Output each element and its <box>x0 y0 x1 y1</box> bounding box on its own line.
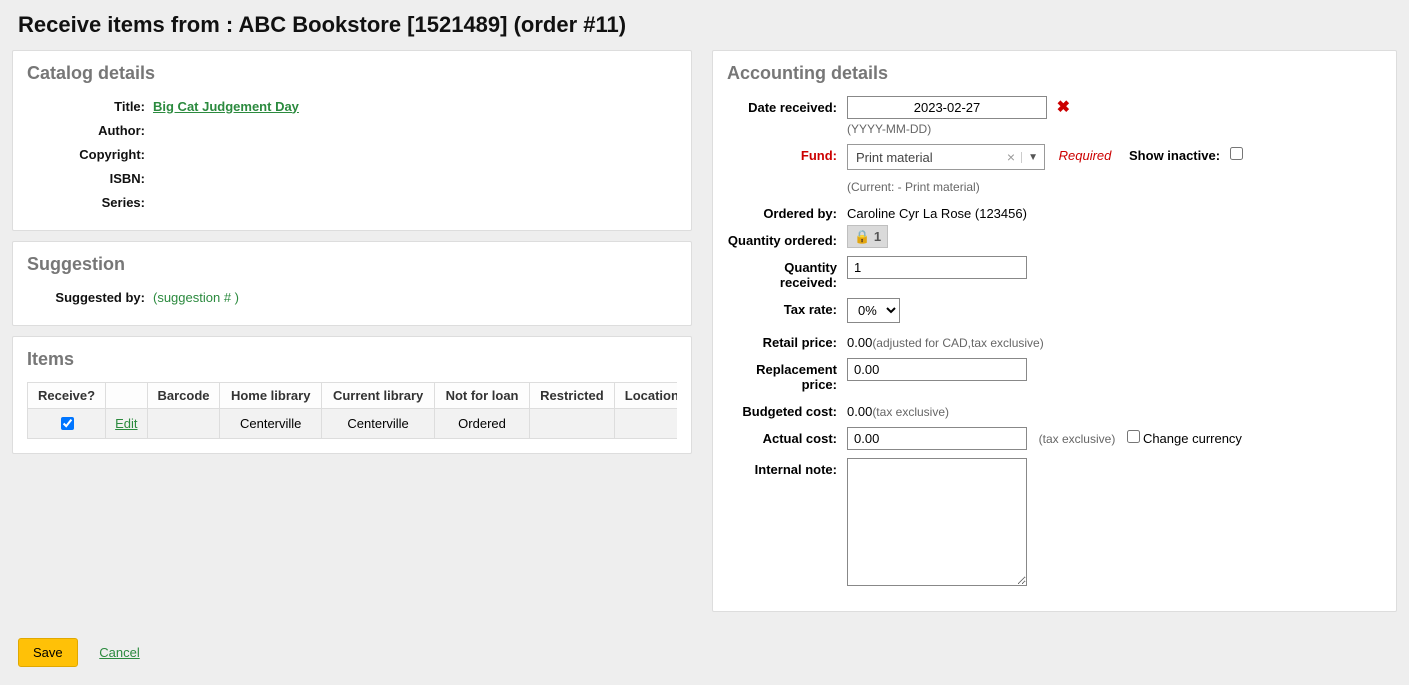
retail-value: 0.00 <box>847 335 872 350</box>
col-home: Home library <box>220 383 322 409</box>
fund-current-note: (Current: - Print material) <box>847 180 1382 194</box>
qty-ordered-field: 🔒 1 <box>847 225 888 248</box>
save-button[interactable]: Save <box>18 638 78 667</box>
date-received-input[interactable] <box>847 96 1047 119</box>
col-barcode: Barcode <box>147 383 220 409</box>
budget-note: (tax exclusive) <box>872 405 949 419</box>
actual-cost-input[interactable] <box>847 427 1027 450</box>
suggestion-panel: Suggestion Suggested by: (suggestion # ) <box>12 241 692 326</box>
items-heading: Items <box>27 349 677 370</box>
change-currency-label: Change currency <box>1143 431 1242 446</box>
label-retail: Retail price: <box>727 331 847 350</box>
accounting-panel: Accounting details Date received: ✖ (YYY… <box>712 50 1397 612</box>
label-date: Date received: <box>727 96 847 115</box>
col-restricted: Restricted <box>529 383 614 409</box>
tax-rate-select[interactable]: 0% <box>847 298 900 323</box>
catalog-heading: Catalog details <box>27 63 677 84</box>
cell-current: Centerville <box>322 409 435 439</box>
clear-date-icon[interactable]: ✖ <box>1057 99 1070 116</box>
items-table: Receive? Barcode Home library Current li… <box>27 382 677 439</box>
qty-received-input[interactable] <box>847 256 1027 279</box>
show-inactive-label: Show inactive: <box>1129 148 1220 163</box>
label-qty-received: Quantity received: <box>727 256 847 290</box>
cell-location <box>614 409 677 439</box>
budget-value: 0.00 <box>847 404 872 419</box>
col-receive: Receive? <box>28 383 106 409</box>
col-nfl: Not for loan <box>435 383 530 409</box>
lock-icon: 🔒 <box>854 229 870 244</box>
fund-selected: Print material <box>848 150 1001 165</box>
label-isbn: ISBN: <box>27 171 153 186</box>
label-series: Series: <box>27 195 153 210</box>
catalog-title-link[interactable]: Big Cat Judgement Day <box>153 99 299 114</box>
cancel-link[interactable]: Cancel <box>99 645 139 660</box>
suggestion-link[interactable]: (suggestion # ) <box>153 290 239 305</box>
edit-link[interactable]: Edit <box>115 416 137 431</box>
label-budget: Budgeted cost: <box>727 400 847 419</box>
page-title: Receive items from : ABC Bookstore [1521… <box>18 12 1397 38</box>
label-ordered-by: Ordered by: <box>727 202 847 221</box>
cell-nfl: Ordered <box>435 409 530 439</box>
accounting-heading: Accounting details <box>727 63 1382 84</box>
retail-note: (adjusted for CAD,tax exclusive) <box>872 336 1043 350</box>
cell-restricted <box>529 409 614 439</box>
label-suggested-by: Suggested by: <box>27 290 153 305</box>
change-currency-checkbox[interactable] <box>1127 430 1140 443</box>
receive-checkbox[interactable] <box>61 417 74 430</box>
col-edit <box>106 383 148 409</box>
required-text: Required <box>1059 148 1112 163</box>
ordered-by-value: Caroline Cyr La Rose (123456) <box>847 202 1382 221</box>
label-note: Internal note: <box>727 458 847 477</box>
suggestion-heading: Suggestion <box>27 254 677 275</box>
col-location: Location <box>614 383 677 409</box>
label-actual: Actual cost: <box>727 427 847 446</box>
items-panel: Items Receive? Barcode Home library Curr… <box>12 336 692 454</box>
label-fund: Fund: <box>727 144 847 163</box>
label-title: Title: <box>27 99 153 114</box>
col-current: Current library <box>322 383 435 409</box>
table-row: Edit Centerville Centerville Ordered <box>28 409 678 439</box>
label-copyright: Copyright: <box>27 147 153 162</box>
catalog-panel: Catalog details Title: Big Cat Judgement… <box>12 50 692 231</box>
show-inactive-checkbox[interactable] <box>1230 147 1243 160</box>
chevron-down-icon[interactable]: ▼ <box>1021 152 1044 163</box>
fund-clear-icon[interactable]: × <box>1001 149 1021 165</box>
cell-barcode <box>147 409 220 439</box>
cell-home: Centerville <box>220 409 322 439</box>
fund-select[interactable]: Print material × ▼ <box>847 144 1045 170</box>
date-hint: (YYYY-MM-DD) <box>847 122 1382 136</box>
internal-note-textarea[interactable] <box>847 458 1027 586</box>
label-author: Author: <box>27 123 153 138</box>
label-tax: Tax rate: <box>727 298 847 317</box>
actual-note: (tax exclusive) <box>1039 432 1116 446</box>
label-replacement: Replacement price: <box>727 358 847 392</box>
replacement-input[interactable] <box>847 358 1027 381</box>
label-qty-ordered: Quantity ordered: <box>727 229 847 248</box>
